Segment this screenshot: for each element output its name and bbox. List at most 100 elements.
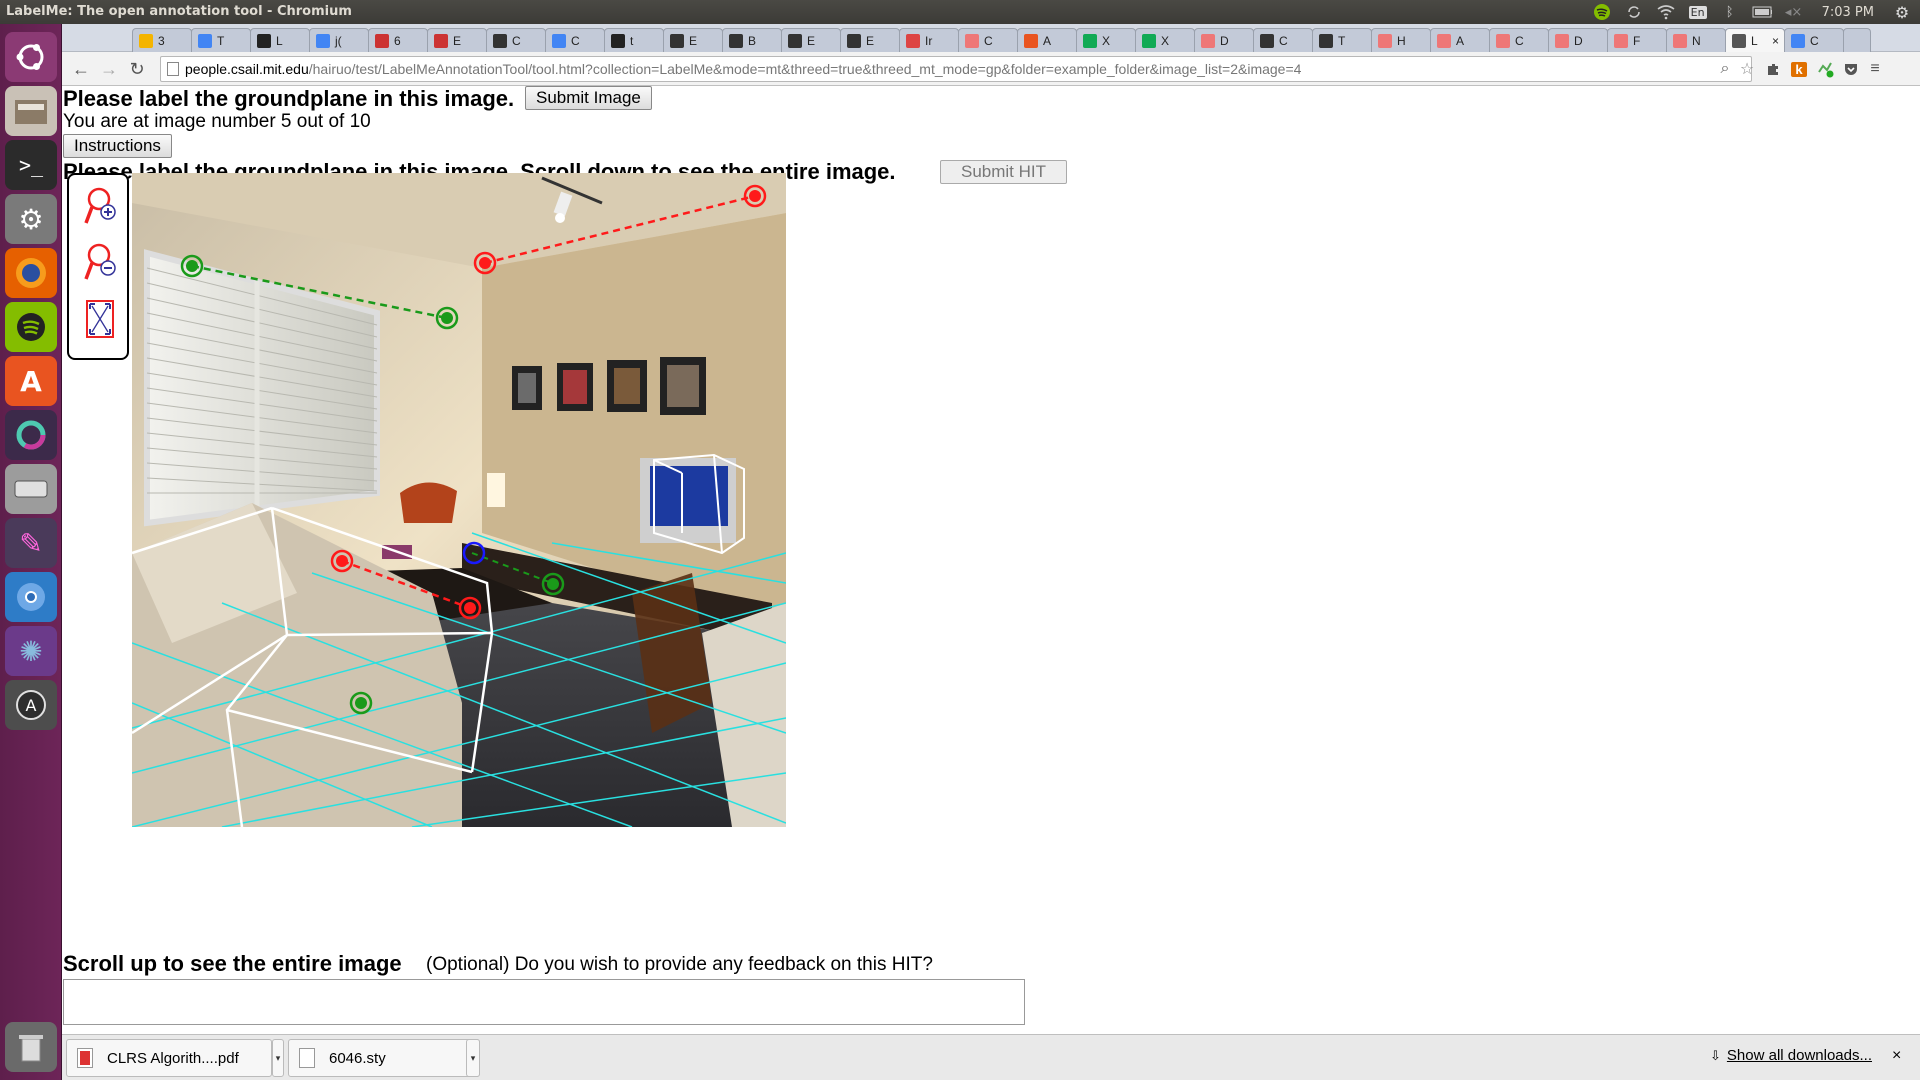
address-bar[interactable]: people.csail.mit.edu/hairuo/test/LabelMe… [160, 56, 1752, 82]
submit-image-button[interactable]: Submit Image [525, 86, 652, 110]
bluetooth-icon[interactable]: ᛒ [1720, 3, 1740, 21]
tab-label: L [1751, 33, 1758, 48]
zoom-in-icon[interactable] [83, 185, 117, 229]
file-icon [299, 1048, 315, 1068]
software-center-icon[interactable]: A [5, 356, 57, 406]
shotwell-icon[interactable]: ✺ [5, 626, 57, 676]
forward-arrow-icon[interactable]: → [98, 58, 120, 80]
menu-icon[interactable]: ≡ [1864, 58, 1886, 80]
browser-tab[interactable]: T [191, 28, 251, 52]
annotation-image[interactable] [131, 173, 787, 828]
browser-tab[interactable]: C [545, 28, 605, 52]
browser-tab[interactable]: F [1607, 28, 1667, 52]
browser-tab[interactable]: H [1371, 28, 1431, 52]
chromium-icon[interactable] [5, 572, 57, 622]
browser-tab[interactable]: A [1430, 28, 1490, 52]
volume-icon[interactable]: ◂× [1784, 3, 1804, 21]
browser-tab[interactable]: 6 [368, 28, 428, 52]
tab-label: X [1161, 33, 1170, 48]
matlab-icon [1378, 33, 1392, 48]
back-arrow-icon[interactable]: ← [70, 58, 92, 80]
spotify-launcher-icon[interactable] [5, 302, 57, 352]
pocket-icon[interactable] [1840, 58, 1862, 80]
wikipedia-icon [1260, 33, 1274, 48]
feedback-textarea[interactable] [63, 979, 1025, 1025]
browser-tab[interactable]: L [250, 28, 310, 52]
browser-tab[interactable]: T [1312, 28, 1372, 52]
browser-tab[interactable]: N [1666, 28, 1726, 52]
ubuntu-dash-icon[interactable] [5, 32, 57, 82]
text-editor-icon[interactable]: ✎ [5, 518, 57, 568]
unity-app-icon[interactable] [5, 410, 57, 460]
browser-tab[interactable]: E [781, 28, 841, 52]
close-shelf-icon[interactable]: × [1892, 1047, 1901, 1065]
browser-tab[interactable]: D [1194, 28, 1254, 52]
wifi-icon[interactable] [1656, 3, 1676, 21]
firefox-icon[interactable] [5, 248, 57, 298]
tab-label: C [1515, 33, 1524, 48]
matlab-icon [1555, 33, 1569, 48]
download-item[interactable]: CLRS Algorith....pdf [66, 1039, 272, 1077]
browser-tab[interactable]: 3 [132, 28, 192, 52]
browser-tab[interactable]: L × [1725, 28, 1785, 52]
page-content: Please label the groundplane in this ima… [62, 86, 1920, 1034]
close-tab-icon[interactable]: × [1772, 34, 1779, 48]
browser-tab[interactable]: E [840, 28, 900, 52]
browser-tab[interactable]: C [486, 28, 546, 52]
clock[interactable]: 7:03 PM [1822, 5, 1874, 20]
zoom-magnifier-icon[interactable]: ⌕ [1714, 58, 1736, 80]
new-tab-button[interactable] [1843, 28, 1871, 52]
reload-icon[interactable]: ↻ [126, 58, 148, 80]
browser-tab[interactable]: B [722, 28, 782, 52]
spotify-icon[interactable] [1592, 3, 1612, 21]
terminal-icon[interactable]: >_ [5, 140, 57, 190]
software-updater-icon[interactable]: A [5, 680, 57, 730]
browser-tab[interactable]: E [427, 28, 487, 52]
download-menu-chevron-icon[interactable]: ▾ [272, 1039, 284, 1077]
tab-label: Ir [925, 33, 933, 48]
flag-icon [375, 33, 389, 48]
extension-k-icon[interactable]: k [1788, 58, 1810, 80]
system-settings-icon[interactable]: ⚙ [5, 194, 57, 244]
files-icon[interactable] [5, 86, 57, 136]
browser-tab[interactable]: Ir [899, 28, 959, 52]
tab-label: C [984, 33, 993, 48]
scroll-up-text: Scroll up to see the entire image [63, 951, 402, 976]
drive-icon [139, 33, 153, 48]
browser-tab[interactable]: X [1135, 28, 1195, 52]
browser-tab[interactable]: C [1784, 28, 1844, 52]
sync-icon[interactable] [1624, 3, 1644, 21]
fit-image-icon[interactable] [83, 297, 117, 341]
tab-label: X [1102, 33, 1111, 48]
browser-tab[interactable]: X [1076, 28, 1136, 52]
trash-icon[interactable] [5, 1022, 57, 1072]
battery-icon[interactable] [1752, 3, 1772, 21]
tab-label: F [1633, 33, 1641, 48]
browser-tab[interactable]: A [1017, 28, 1077, 52]
zoom-out-icon[interactable] [83, 241, 117, 285]
wiki-icon [847, 33, 861, 48]
browser-tab[interactable]: C [1489, 28, 1549, 52]
keyboard-layout-indicator[interactable]: En [1688, 3, 1708, 21]
tab-label: A [1043, 33, 1052, 48]
w3-icon [1142, 33, 1156, 48]
browser-tab[interactable]: C [1253, 28, 1313, 52]
page-heading: Please label the groundplane in this ima… [63, 86, 515, 111]
matlab-icon [1614, 33, 1628, 48]
browser-tab[interactable]: t [604, 28, 664, 52]
browser-tab[interactable]: D [1548, 28, 1608, 52]
browser-tab[interactable]: C [958, 28, 1018, 52]
extension-puzzle-icon[interactable] [1762, 58, 1784, 80]
bookmark-star-icon[interactable]: ☆ [1736, 58, 1758, 80]
browser-tab[interactable]: E [663, 28, 723, 52]
disk-icon[interactable] [5, 464, 57, 514]
launcher: >_ ⚙ A ✎ ✺ A [0, 24, 62, 1080]
submit-hit-button[interactable]: Submit HIT [940, 160, 1068, 184]
gear-icon[interactable]: ⚙ [1892, 3, 1912, 22]
extension-checker-icon[interactable] [1814, 58, 1836, 80]
show-all-downloads-link[interactable]: ⇩ Show all downloads... [1710, 1047, 1872, 1064]
download-menu-chevron-icon[interactable]: ▾ [466, 1039, 480, 1077]
browser-tab[interactable]: j( [309, 28, 369, 52]
instructions-button[interactable]: Instructions [63, 134, 172, 158]
download-item[interactable]: 6046.sty [288, 1039, 480, 1077]
